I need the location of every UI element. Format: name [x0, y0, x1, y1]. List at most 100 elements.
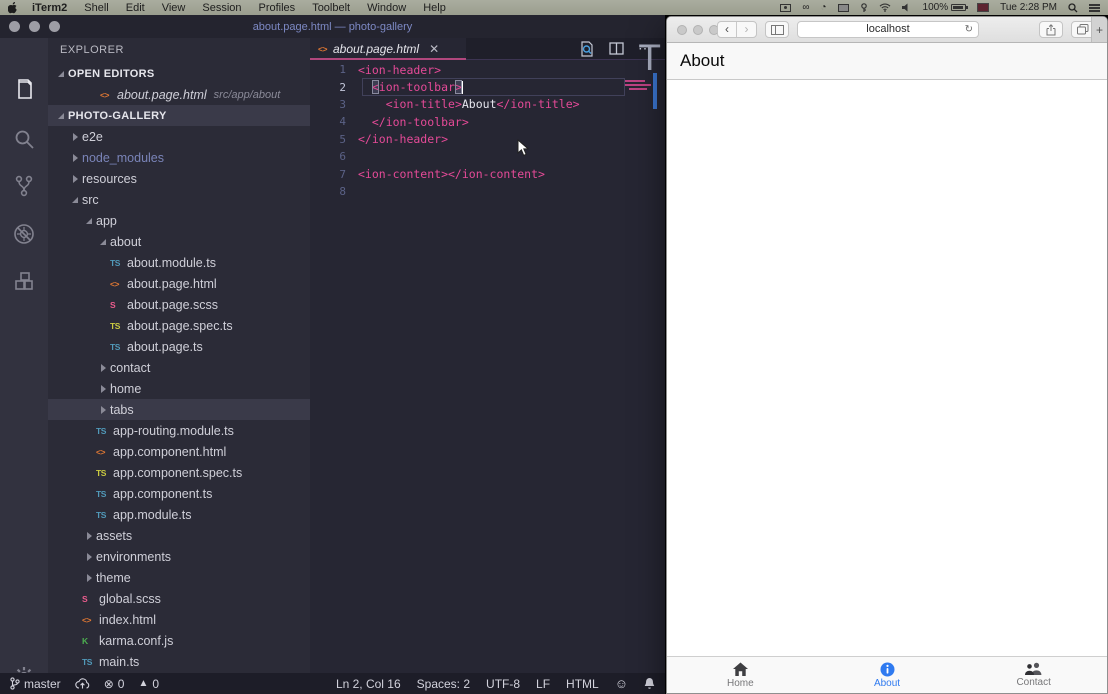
menu-shell[interactable]: Shell — [84, 2, 108, 14]
reload-icon[interactable]: ↻ — [965, 22, 973, 37]
folder-src[interactable]: src — [48, 189, 310, 210]
notification-center-icon[interactable] — [1089, 4, 1100, 12]
folder-e2e[interactable]: e2e — [48, 126, 310, 147]
tab-home[interactable]: Home — [667, 657, 814, 693]
close-window-button[interactable] — [677, 25, 687, 35]
forward-button[interactable]: › — [737, 22, 756, 37]
file-about-page-html[interactable]: <>about.page.htmlsrc/app/about — [48, 84, 310, 105]
keychain-icon[interactable] — [860, 3, 868, 13]
folder-assets[interactable]: assets — [48, 525, 310, 546]
code-line-4[interactable]: 4 </ion-toolbar> — [310, 113, 665, 130]
menu-toolbelt[interactable]: Toolbelt — [312, 2, 350, 14]
file-main-ts[interactable]: TSmain.ts — [48, 651, 310, 672]
folder-app[interactable]: app — [48, 210, 310, 231]
find-in-file-icon[interactable] — [579, 41, 595, 57]
language-mode[interactable]: HTML — [566, 677, 599, 691]
code-line-1[interactable]: 1<ion-header> — [310, 61, 665, 78]
file-about-page-scss[interactable]: Sabout.page.scss — [48, 294, 310, 315]
share-button[interactable] — [1039, 21, 1063, 38]
feedback-smiley-icon[interactable]: ☺ — [615, 676, 628, 691]
section-photo-gallery[interactable]: PHOTO-GALLERY — [48, 105, 310, 126]
section-open-editors[interactable]: OPEN EDITORS — [48, 63, 310, 84]
explorer-icon[interactable] — [12, 78, 36, 102]
editor-tab-about-page-html[interactable]: <> about.page.html ✕ — [310, 38, 466, 59]
indentation-setting[interactable]: Spaces: 2 — [417, 677, 470, 691]
file-about-page-ts[interactable]: TSabout.page.ts — [48, 336, 310, 357]
file-about-page-html[interactable]: <>about.page.html — [48, 273, 310, 294]
volume-icon[interactable] — [902, 3, 912, 12]
file-app-routing-module-ts[interactable]: TSapp-routing.module.ts — [48, 420, 310, 441]
glasses-icon[interactable]: ∞ — [802, 2, 809, 13]
new-tab-button[interactable]: + — [1091, 17, 1107, 42]
folder-node-modules[interactable]: node_modules — [48, 147, 310, 168]
time-machine-icon[interactable]: ◔ — [820, 2, 826, 13]
folder-home[interactable]: home — [48, 378, 310, 399]
split-editor-icon[interactable] — [609, 42, 624, 55]
source-control-icon[interactable] — [12, 174, 36, 198]
item-label: global.scss — [99, 592, 161, 606]
battery-status[interactable]: 100% — [923, 2, 967, 13]
wifi-icon[interactable] — [879, 3, 891, 12]
file-app-module-ts[interactable]: TSapp.module.ts — [48, 504, 310, 525]
screen-record-icon[interactable] — [780, 4, 791, 12]
tab-about[interactable]: About — [814, 657, 961, 693]
folder-environments[interactable]: environments — [48, 546, 310, 567]
code-line-6[interactable]: 6 — [310, 148, 665, 165]
folder-contact[interactable]: contact — [48, 357, 310, 378]
display-icon[interactable] — [838, 4, 849, 12]
back-button[interactable]: ‹ — [718, 22, 737, 37]
eol-setting[interactable]: LF — [536, 677, 550, 691]
warning-count[interactable]: ▲ 0 — [138, 677, 159, 691]
code-line-7[interactable]: 7<ion-content></ion-content> — [310, 165, 665, 182]
code-token: </ion-toolbar> — [358, 115, 469, 129]
menu-window[interactable]: Window — [367, 2, 406, 14]
folder-resources[interactable]: resources — [48, 168, 310, 189]
apple-menu-icon[interactable] — [8, 2, 18, 14]
debug-disabled-icon[interactable] — [12, 222, 36, 246]
desktop: iTerm2 Shell Edit View Session Profiles Toolbe… — [0, 0, 1108, 694]
menu-profiles[interactable]: Profiles — [259, 2, 296, 14]
minimap[interactable]: T — [623, 38, 663, 158]
extensions-icon[interactable] — [12, 270, 36, 294]
error-count[interactable]: ⊗ 0 — [104, 677, 125, 691]
menu-session[interactable]: Session — [202, 2, 241, 14]
tab-contact[interactable]: Contact — [960, 657, 1107, 693]
close-tab-icon[interactable]: ✕ — [429, 43, 439, 55]
file-app-component-ts[interactable]: TSapp.component.ts — [48, 483, 310, 504]
minimize-window-button[interactable] — [693, 25, 703, 35]
file-karma-conf-js[interactable]: Kkarma.conf.js — [48, 630, 310, 651]
menu-help[interactable]: Help — [423, 2, 446, 14]
vscode-titlebar[interactable]: about.page.html — photo-gallery — [0, 15, 665, 38]
editor-group: <> about.page.html ✕ ⋯ 1<ion-header>2 <i… — [310, 38, 665, 673]
file-about-page-spec-ts[interactable]: TSabout.page.spec.ts — [48, 315, 310, 336]
code-line-2[interactable]: 2 <ion-toolbar> — [310, 78, 665, 95]
folder-tabs[interactable]: tabs — [48, 399, 310, 420]
line-number: 1 — [310, 63, 358, 76]
menu-edit[interactable]: Edit — [126, 2, 145, 14]
file-about-module-ts[interactable]: TSabout.module.ts — [48, 252, 310, 273]
publish-changes-icon[interactable] — [75, 678, 90, 690]
git-branch-indicator[interactable]: master — [10, 677, 61, 691]
file-global-scss[interactable]: Sglobal.scss — [48, 588, 310, 609]
code-line-3[interactable]: 3 <ion-title>About</ion-title> — [310, 96, 665, 113]
notifications-bell-icon[interactable] — [644, 677, 655, 690]
code-line-5[interactable]: 5</ion-header> — [310, 131, 665, 148]
code-line-8[interactable]: 8 — [310, 183, 665, 200]
sidebar-toggle-button[interactable] — [765, 21, 789, 38]
address-bar[interactable]: localhost ↻ — [797, 21, 979, 38]
file-tree: OPEN EDITORS<>about.page.htmlsrc/app/abo… — [48, 63, 310, 672]
input-source-icon[interactable] — [977, 3, 989, 12]
folder-theme[interactable]: theme — [48, 567, 310, 588]
code-editor[interactable]: 1<ion-header>2 <ion-toolbar>3 <ion-title… — [310, 61, 665, 673]
search-icon[interactable] — [12, 127, 36, 151]
file-app-component-spec-ts[interactable]: TSapp.component.spec.ts — [48, 462, 310, 483]
menu-view[interactable]: View — [162, 2, 186, 14]
spotlight-icon[interactable] — [1068, 3, 1078, 13]
file-index-html[interactable]: <>index.html — [48, 609, 310, 630]
cursor-position[interactable]: Ln 2, Col 16 — [336, 677, 401, 691]
menu-iterm2[interactable]: iTerm2 — [32, 2, 67, 14]
menubar-clock[interactable]: Tue 2:28 PM — [1000, 2, 1057, 13]
encoding-setting[interactable]: UTF-8 — [486, 677, 520, 691]
file-app-component-html[interactable]: <>app.component.html — [48, 441, 310, 462]
folder-about[interactable]: about — [48, 231, 310, 252]
